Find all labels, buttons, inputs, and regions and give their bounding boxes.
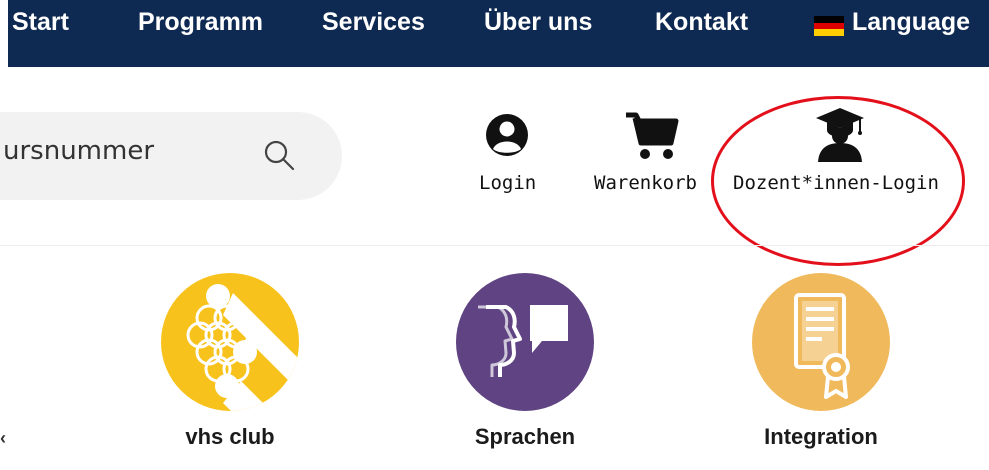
teacher-login-link[interactable]: Dozent*innen-Login xyxy=(733,172,939,194)
cart-link[interactable]: Warenkorb xyxy=(594,172,697,194)
category-label-sprachen[interactable]: Sprachen xyxy=(475,424,575,450)
user-icon[interactable] xyxy=(484,112,530,158)
category-label-integration[interactable]: Integration xyxy=(764,424,878,450)
section-divider xyxy=(0,245,989,246)
vhs-club-category-icon[interactable] xyxy=(161,273,299,411)
graduate-cap-icon[interactable] xyxy=(814,106,866,162)
nav-item-services[interactable]: Services xyxy=(322,8,425,37)
search-input-value[interactable]: ursnummer xyxy=(3,136,154,166)
shopping-cart-icon[interactable] xyxy=(624,110,680,162)
nav-item-start[interactable]: Start xyxy=(12,8,69,37)
language-selector[interactable]: Language xyxy=(852,8,970,37)
sprachen-category-icon[interactable] xyxy=(456,273,594,411)
search-icon[interactable] xyxy=(262,138,296,172)
german-flag-icon[interactable] xyxy=(814,16,844,36)
nav-item-kontakt[interactable]: Kontakt xyxy=(655,8,748,37)
login-link[interactable]: Login xyxy=(479,172,536,194)
nav-item-programm[interactable]: Programm xyxy=(138,8,263,37)
integration-category-icon[interactable] xyxy=(752,273,890,411)
nav-item-ueber-uns[interactable]: Über uns xyxy=(484,8,592,37)
top-navigation-bar: Start Programm Services Über uns Kontakt… xyxy=(8,0,989,67)
carousel-prev-fragment: ‹ xyxy=(0,428,6,448)
category-label-vhs-club[interactable]: vhs club xyxy=(185,424,274,450)
